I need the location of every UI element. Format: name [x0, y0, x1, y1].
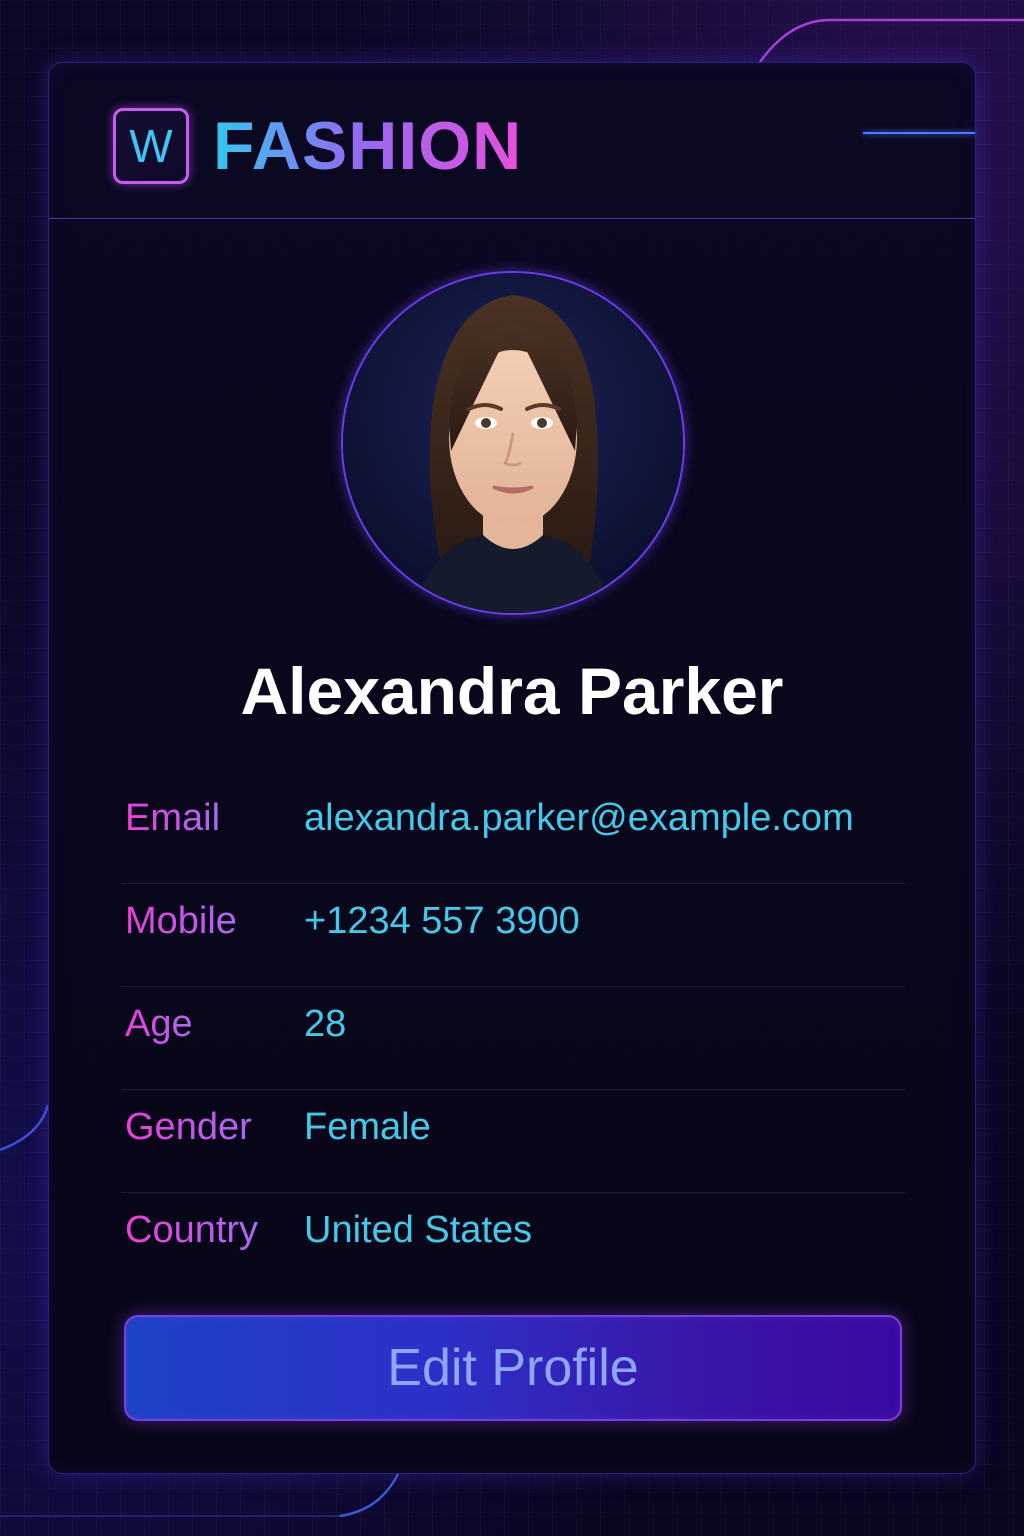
- age-label: Age: [125, 1003, 193, 1045]
- email-label: Email: [125, 797, 221, 839]
- detail-row-gender: Gender Female: [121, 1090, 905, 1193]
- gender-label: Gender: [125, 1106, 252, 1148]
- detail-row-email: Email alexandra.parker@example.com: [121, 781, 905, 884]
- detail-row-country: Country United States: [121, 1193, 905, 1295]
- edit-profile-button[interactable]: Edit Profile: [124, 1315, 902, 1421]
- edit-profile-label: Edit Profile: [387, 1339, 639, 1397]
- detail-row-age: Age 28: [121, 987, 905, 1090]
- profile-details: Email alexandra.parker@example.com Mobil…: [121, 781, 905, 1295]
- detail-row-mobile: Mobile +1234 557 3900: [121, 884, 905, 987]
- gender-value: Female: [304, 1106, 431, 1148]
- email-value[interactable]: alexandra.parker@example.com: [304, 797, 854, 840]
- card-header: W FASHION: [49, 63, 975, 219]
- profile-name: Alexandra Parker: [240, 654, 784, 728]
- mobile-label: Mobile: [125, 900, 237, 942]
- country-value: United States: [304, 1209, 533, 1251]
- age-value: 28: [304, 1003, 347, 1045]
- country-label: Country: [125, 1209, 259, 1251]
- mobile-value[interactable]: +1234 557 3900: [304, 900, 580, 943]
- w-logo-icon: W: [113, 108, 189, 184]
- header-accent-line: [863, 132, 975, 134]
- profile-card: W FASHION Alexandra Parker Email alexand…: [48, 62, 976, 1474]
- brand-logo[interactable]: W FASHION: [113, 107, 522, 185]
- avatar-photo: [343, 273, 683, 613]
- avatar: [341, 271, 685, 615]
- page: W FASHION Alexandra Parker Email alexand…: [0, 0, 1024, 1536]
- brand-name: FASHION: [213, 108, 523, 184]
